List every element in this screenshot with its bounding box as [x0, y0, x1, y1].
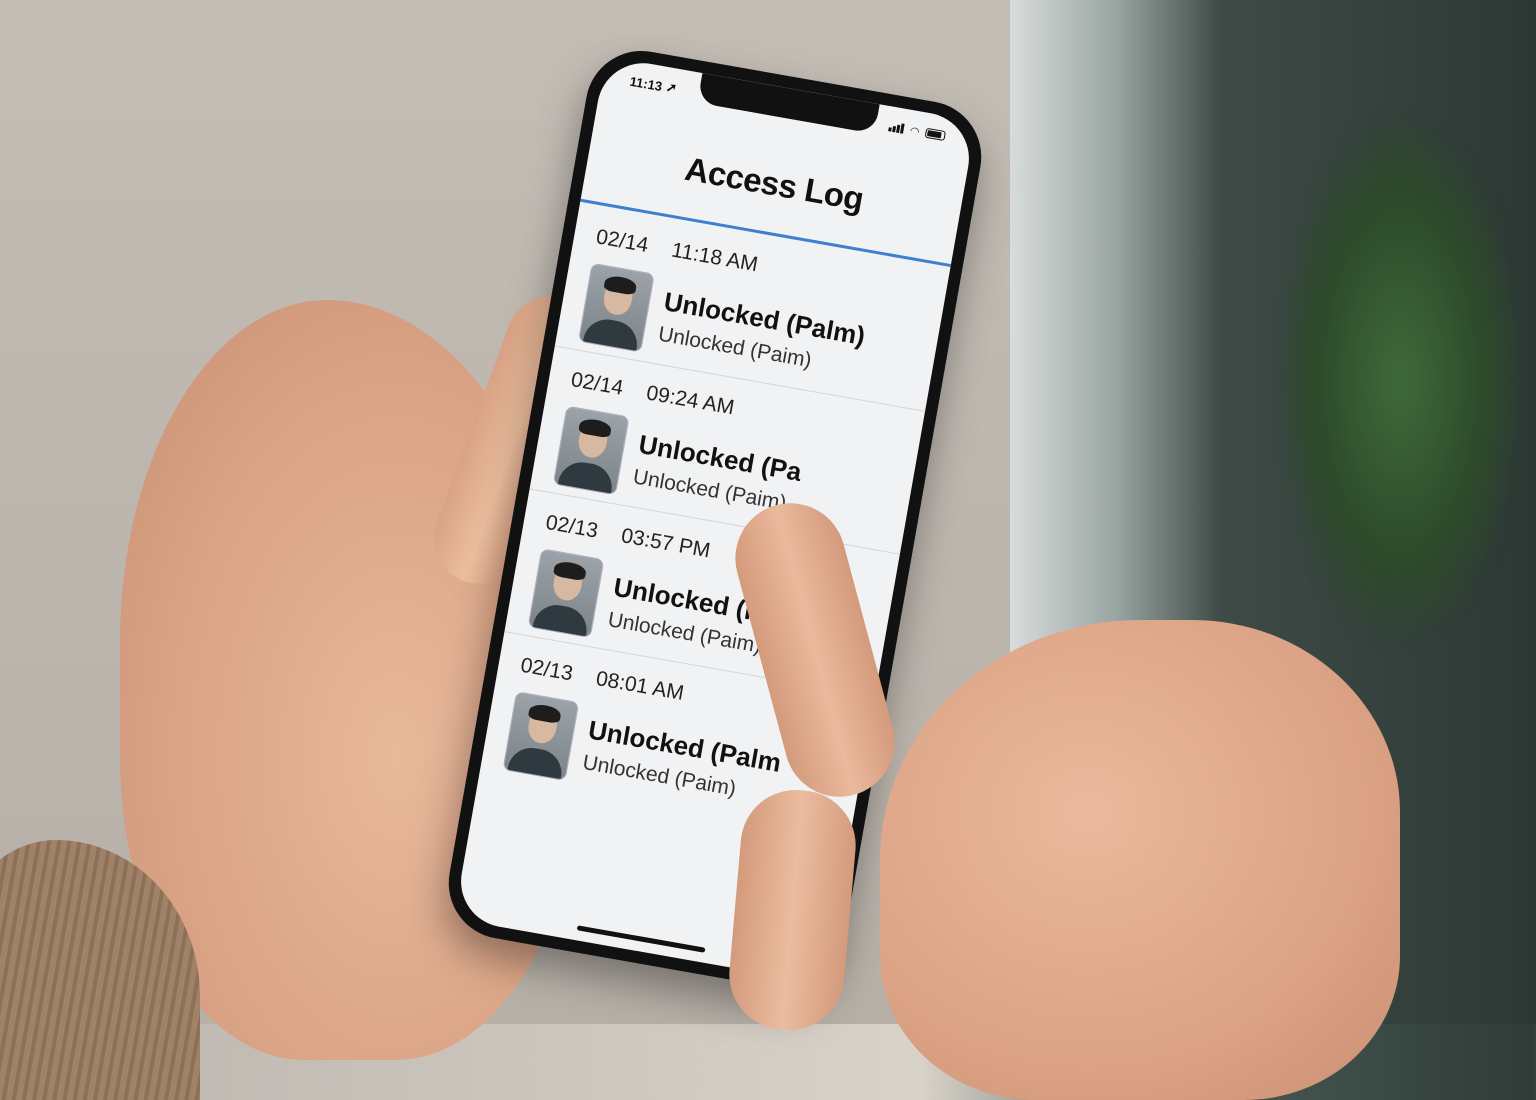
right-hand [880, 620, 1400, 1100]
user-avatar [502, 691, 580, 781]
log-time: 11:18 AM [669, 238, 760, 277]
log-time: 08:01 AM [594, 666, 686, 706]
cellular-signal-icon [888, 121, 906, 134]
log-date: 02/13 [518, 653, 575, 686]
location-arrow-icon: ➚ [664, 79, 679, 96]
log-time: 09:24 AM [644, 381, 737, 420]
user-avatar [552, 405, 630, 496]
log-date: 02/14 [569, 368, 625, 400]
battery-icon [924, 127, 947, 142]
log-date: 02/13 [544, 510, 600, 543]
home-indicator[interactable] [576, 925, 706, 953]
wifi-icon: ◠ [908, 124, 921, 139]
status-time: 11:13 [628, 73, 664, 94]
log-date: 02/14 [594, 225, 651, 258]
background-plant [1280, 120, 1520, 640]
log-time: 03:57 PM [619, 524, 712, 563]
user-avatar [527, 548, 605, 639]
user-avatar [577, 262, 655, 353]
